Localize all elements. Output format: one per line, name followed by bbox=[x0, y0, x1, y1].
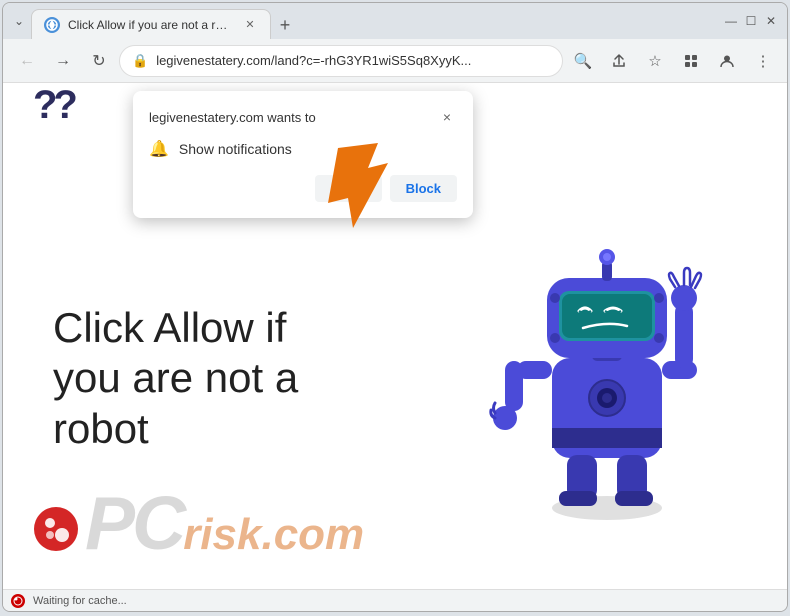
lock-icon: 🔒 bbox=[132, 53, 148, 69]
chevron-icon[interactable]: ⌄ bbox=[11, 13, 27, 29]
back-button[interactable]: ← bbox=[11, 45, 43, 77]
tab-favicon-icon bbox=[44, 17, 60, 33]
profile-icon[interactable] bbox=[711, 45, 743, 77]
page-content: legivenestatery.com wants to × 🔔 Show no… bbox=[3, 83, 787, 589]
status-text: Waiting for cache... bbox=[33, 595, 127, 607]
tab-close-button[interactable]: ✕ bbox=[242, 17, 258, 33]
watermark-risk: risk.com bbox=[183, 513, 364, 557]
reload-button[interactable]: ↻ bbox=[83, 45, 115, 77]
pc-logo-icon bbox=[33, 506, 79, 557]
forward-button[interactable]: → bbox=[47, 45, 79, 77]
arrow-indicator bbox=[323, 143, 423, 238]
title-bar: ⌄ Click Allow if you are not a robot ✕ +… bbox=[3, 3, 787, 39]
address-bar[interactable]: 🔒 legivenestatery.com/land?c=-rhG3YR1wiS… bbox=[119, 45, 563, 77]
close-button[interactable]: ✕ bbox=[763, 13, 779, 29]
bell-icon: 🔔 bbox=[149, 139, 169, 159]
active-tab[interactable]: Click Allow if you are not a robot ✕ bbox=[31, 9, 271, 39]
main-message-text: Click Allow if you are not a robot bbox=[53, 303, 313, 454]
new-tab-button[interactable]: + bbox=[271, 11, 299, 39]
minimize-button[interactable]: — bbox=[723, 13, 739, 29]
watermark: PC risk.com bbox=[33, 486, 364, 561]
bookmark-icon[interactable]: ☆ bbox=[639, 45, 671, 77]
extensions-icon[interactable] bbox=[675, 45, 707, 77]
popup-header: legivenestatery.com wants to × bbox=[149, 107, 457, 127]
status-favicon-icon bbox=[11, 594, 25, 608]
toolbar-icons: 🔍 ☆ ⋮ bbox=[567, 45, 779, 77]
share-icon[interactable] bbox=[603, 45, 635, 77]
popup-site-text: legivenestatery.com wants to bbox=[149, 110, 316, 125]
tab-title: Click Allow if you are not a robot bbox=[68, 18, 234, 32]
toolbar: ← → ↻ 🔒 legivenestatery.com/land?c=-rhG3… bbox=[3, 39, 787, 83]
window-controls: — ☐ ✕ bbox=[715, 13, 779, 29]
robot-illustration bbox=[487, 203, 747, 543]
watermark-pc: PC bbox=[85, 486, 183, 561]
tab-area: Click Allow if you are not a robot ✕ + bbox=[31, 3, 711, 39]
main-message: Click Allow if you are not a robot bbox=[53, 303, 313, 454]
notification-label: Show notifications bbox=[179, 141, 292, 157]
menu-icon[interactable]: ⋮ bbox=[747, 45, 779, 77]
maximize-button[interactable]: ☐ bbox=[743, 13, 759, 29]
url-text: legivenestatery.com/land?c=-rhG3YR1wiS5S… bbox=[156, 53, 550, 68]
popup-close-button[interactable]: × bbox=[437, 107, 457, 127]
status-bar: Waiting for cache... bbox=[3, 589, 787, 611]
search-icon[interactable]: 🔍 bbox=[567, 45, 599, 77]
question-marks: ?? bbox=[33, 83, 74, 128]
browser-window: ⌄ Click Allow if you are not a robot ✕ +… bbox=[2, 2, 788, 612]
